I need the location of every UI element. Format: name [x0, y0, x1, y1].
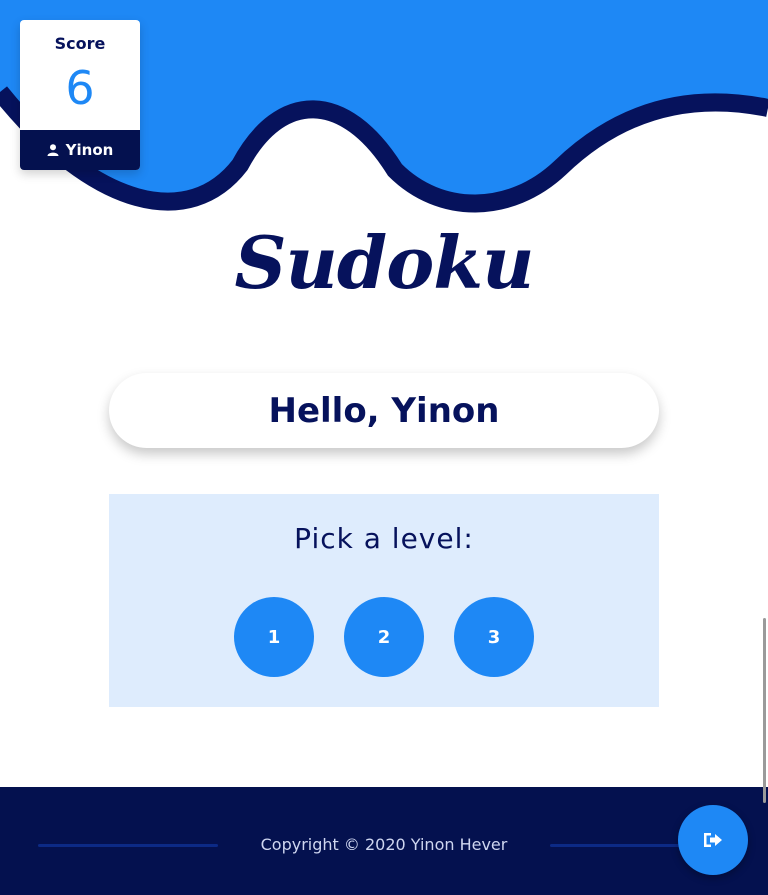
- score-title: Score: [54, 34, 106, 53]
- score-username: Yinon: [65, 141, 114, 159]
- footer: Copyright © 2020 Yinon Hever: [0, 787, 768, 895]
- user-icon: [47, 144, 59, 156]
- logout-button[interactable]: [678, 805, 748, 875]
- app-title: Sudoku: [234, 220, 535, 305]
- page: Score 6 Yinon Sudoku Hello, Yinon Pick a…: [0, 0, 768, 895]
- scrollbar[interactable]: [763, 618, 766, 803]
- level-2-button[interactable]: 2: [344, 597, 424, 677]
- sign-out-icon: [704, 833, 722, 847]
- score-card: Score 6 Yinon: [20, 20, 140, 170]
- level-1-button[interactable]: 1: [234, 597, 314, 677]
- level-3-button[interactable]: 3: [454, 597, 534, 677]
- level-panel: Pick a level: 1 2 3: [109, 494, 659, 707]
- score-user: Yinon: [20, 130, 140, 170]
- level-prompt: Pick a level:: [294, 522, 474, 555]
- score-value: 6: [65, 61, 95, 115]
- greeting: Hello, Yinon: [109, 373, 659, 448]
